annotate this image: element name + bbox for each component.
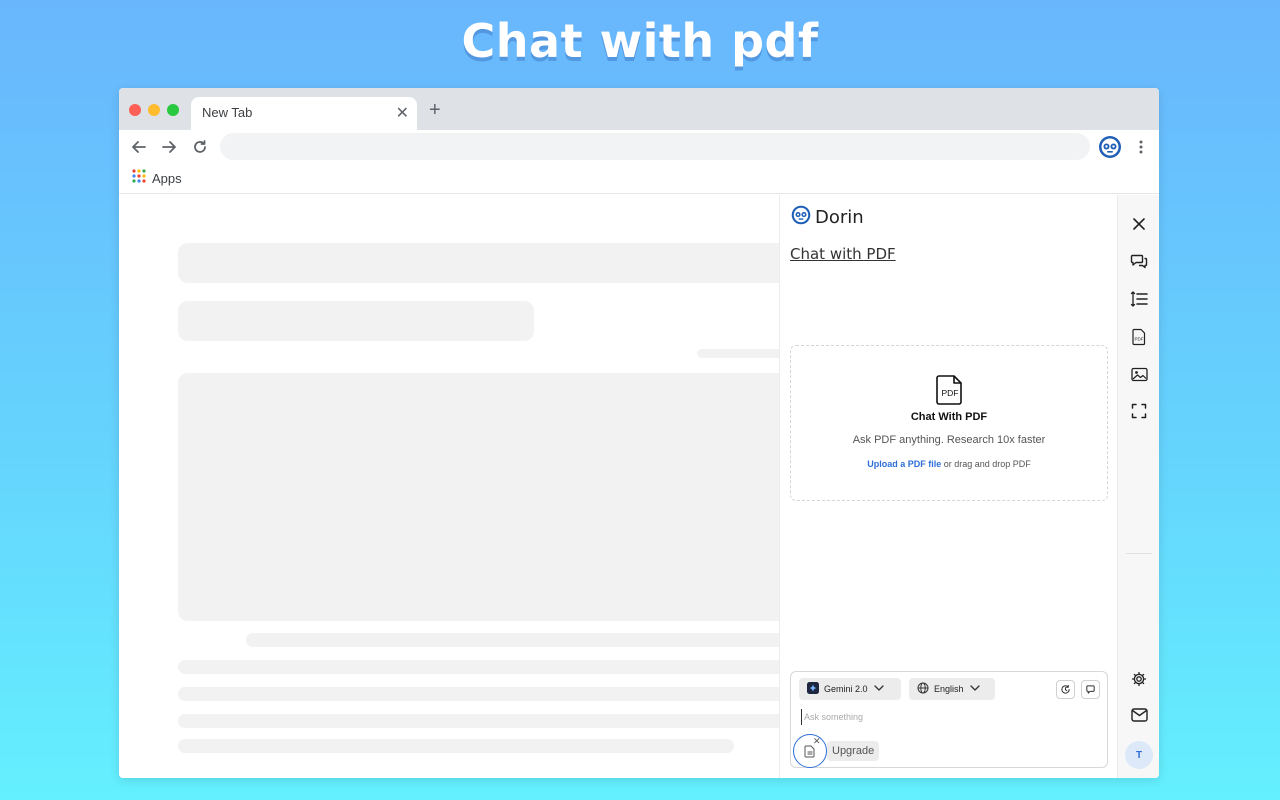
mail-icon[interactable] bbox=[1129, 705, 1149, 725]
avatar[interactable]: T bbox=[1125, 741, 1153, 769]
upgrade-button[interactable]: Upgrade bbox=[827, 741, 880, 761]
image-icon[interactable] bbox=[1129, 364, 1149, 384]
kebab-menu-icon[interactable] bbox=[1133, 138, 1149, 156]
placeholder-line bbox=[178, 714, 798, 728]
history-icon[interactable] bbox=[1056, 680, 1075, 699]
browser-toolbar bbox=[119, 130, 1159, 164]
browser-window: New Tab ✕ + Apps Dorin Chat with PDF PDF… bbox=[119, 88, 1159, 778]
globe-icon bbox=[917, 682, 929, 696]
upload-pdf-link[interactable]: Upload a PDF file bbox=[867, 459, 941, 469]
bookmarks-bar: Apps bbox=[119, 164, 1159, 194]
placeholder-line bbox=[178, 687, 798, 701]
placeholder-block bbox=[178, 243, 798, 283]
plus-icon[interactable]: + bbox=[429, 100, 441, 120]
placeholder-line bbox=[246, 633, 806, 647]
window-close-button[interactable] bbox=[129, 104, 141, 116]
gemini-sparkle-icon bbox=[807, 682, 819, 696]
language-selector[interactable]: English bbox=[909, 678, 995, 700]
model-selector[interactable]: Gemini 2.0 bbox=[799, 678, 901, 700]
hero-title: Chat with pdf bbox=[461, 14, 819, 68]
summary-list-icon[interactable] bbox=[1129, 289, 1149, 309]
language-label: English bbox=[934, 684, 964, 694]
close-icon[interactable] bbox=[1129, 214, 1149, 234]
brand: Dorin bbox=[790, 204, 864, 231]
dropzone-title: Chat With PDF bbox=[910, 411, 988, 423]
panel-heading[interactable]: Chat with PDF bbox=[790, 245, 896, 263]
dorin-robot-icon bbox=[790, 204, 812, 231]
pdf-dropzone[interactable]: PDF Chat With PDF Ask PDF anything. Rese… bbox=[790, 345, 1108, 501]
address-bar[interactable] bbox=[220, 133, 1090, 160]
arrow-left-icon[interactable] bbox=[129, 137, 149, 157]
tool-rail: PDF T bbox=[1117, 195, 1159, 778]
dorin-robot-icon[interactable] bbox=[1097, 134, 1123, 160]
placeholder-line bbox=[178, 660, 798, 674]
arrow-right-icon[interactable] bbox=[159, 137, 179, 157]
placeholder-line bbox=[178, 739, 734, 753]
document-icon[interactable] bbox=[793, 734, 827, 768]
model-label: Gemini 2.0 bbox=[824, 684, 868, 694]
window-maximize-button[interactable] bbox=[167, 104, 179, 116]
page-content: Dorin Chat with PDF PDF Chat With PDF As… bbox=[119, 195, 1159, 778]
placeholder-line bbox=[697, 349, 787, 358]
reload-icon[interactable] bbox=[190, 137, 210, 157]
apps-grid-icon bbox=[132, 169, 146, 188]
placeholder-block bbox=[178, 373, 798, 621]
chat-icon[interactable] bbox=[1129, 251, 1149, 271]
dropzone-upload-text: Upload a PDF file or drag and drop PDF bbox=[791, 459, 1107, 469]
tab-new-tab[interactable]: New Tab ✕ bbox=[191, 97, 417, 130]
ask-input[interactable] bbox=[801, 709, 1097, 725]
apps-label: Apps bbox=[152, 171, 182, 186]
close-icon[interactable]: ✕ bbox=[813, 737, 821, 746]
screenshot-icon[interactable] bbox=[1129, 401, 1149, 421]
rail-divider bbox=[1126, 553, 1152, 554]
settings-icon[interactable] bbox=[1129, 669, 1149, 689]
dropzone-upload-rest: or drag and drop PDF bbox=[941, 459, 1031, 469]
close-icon[interactable]: ✕ bbox=[396, 103, 409, 123]
pdf-icon[interactable]: PDF bbox=[1129, 327, 1149, 347]
pdf-icon-label: PDF bbox=[942, 388, 959, 398]
dropzone-subtitle: Ask PDF anything. Research 10x faster bbox=[852, 434, 1046, 446]
placeholder-block bbox=[178, 301, 534, 341]
window-minimize-button[interactable] bbox=[148, 104, 160, 116]
chat-composer: Gemini 2.0 English Ask something ✕ Upgra… bbox=[790, 671, 1108, 768]
tab-strip: New Tab ✕ + bbox=[119, 88, 1159, 130]
chevron-down-icon bbox=[969, 682, 981, 696]
brand-name: Dorin bbox=[815, 207, 864, 228]
pdf-file-icon: PDF bbox=[935, 374, 965, 406]
tab-title: New Tab bbox=[202, 105, 253, 120]
chevron-down-icon bbox=[873, 682, 885, 696]
dorin-side-panel: Dorin Chat with PDF PDF Chat With PDF As… bbox=[779, 195, 1117, 778]
apps-shortcut[interactable]: Apps bbox=[132, 169, 182, 188]
svg-text:PDF: PDF bbox=[1135, 337, 1144, 342]
chat-bubble-icon[interactable] bbox=[1081, 680, 1100, 699]
